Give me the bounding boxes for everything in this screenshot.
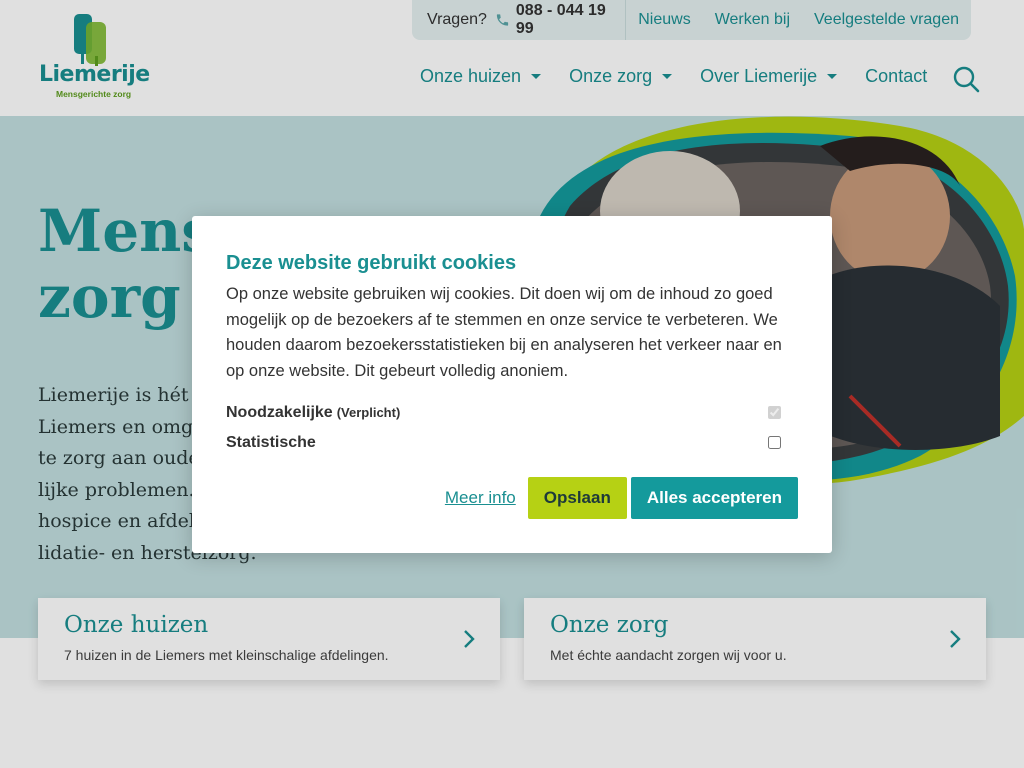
accept-all-button[interactable]: Alles accepteren (630, 477, 798, 519)
option-note: (Verplicht) (336, 405, 401, 420)
cookie-option-noodzakelijk: Noodzakelijke (Verplicht) (226, 404, 786, 422)
cookie-dialog-title: Deze website gebruikt cookies (226, 252, 517, 274)
more-info-link[interactable]: Meer info (445, 488, 516, 508)
statistische-checkbox[interactable] (768, 436, 781, 449)
cookie-option-statistisch: Statistische (226, 434, 786, 452)
cookie-actions: Meer info Opslaan Alles accepteren (445, 477, 798, 519)
cookie-dialog-body: Op onze website gebruiken wij cookies. D… (226, 285, 782, 380)
option-label: Noodzakelijke (226, 404, 333, 421)
cookie-dialog: Deze website gebruikt cookies Op onze we… (192, 216, 832, 553)
option-label: Statistische (226, 434, 316, 451)
save-button[interactable]: Opslaan (527, 477, 627, 519)
noodzakelijk-checkbox[interactable] (768, 406, 781, 419)
